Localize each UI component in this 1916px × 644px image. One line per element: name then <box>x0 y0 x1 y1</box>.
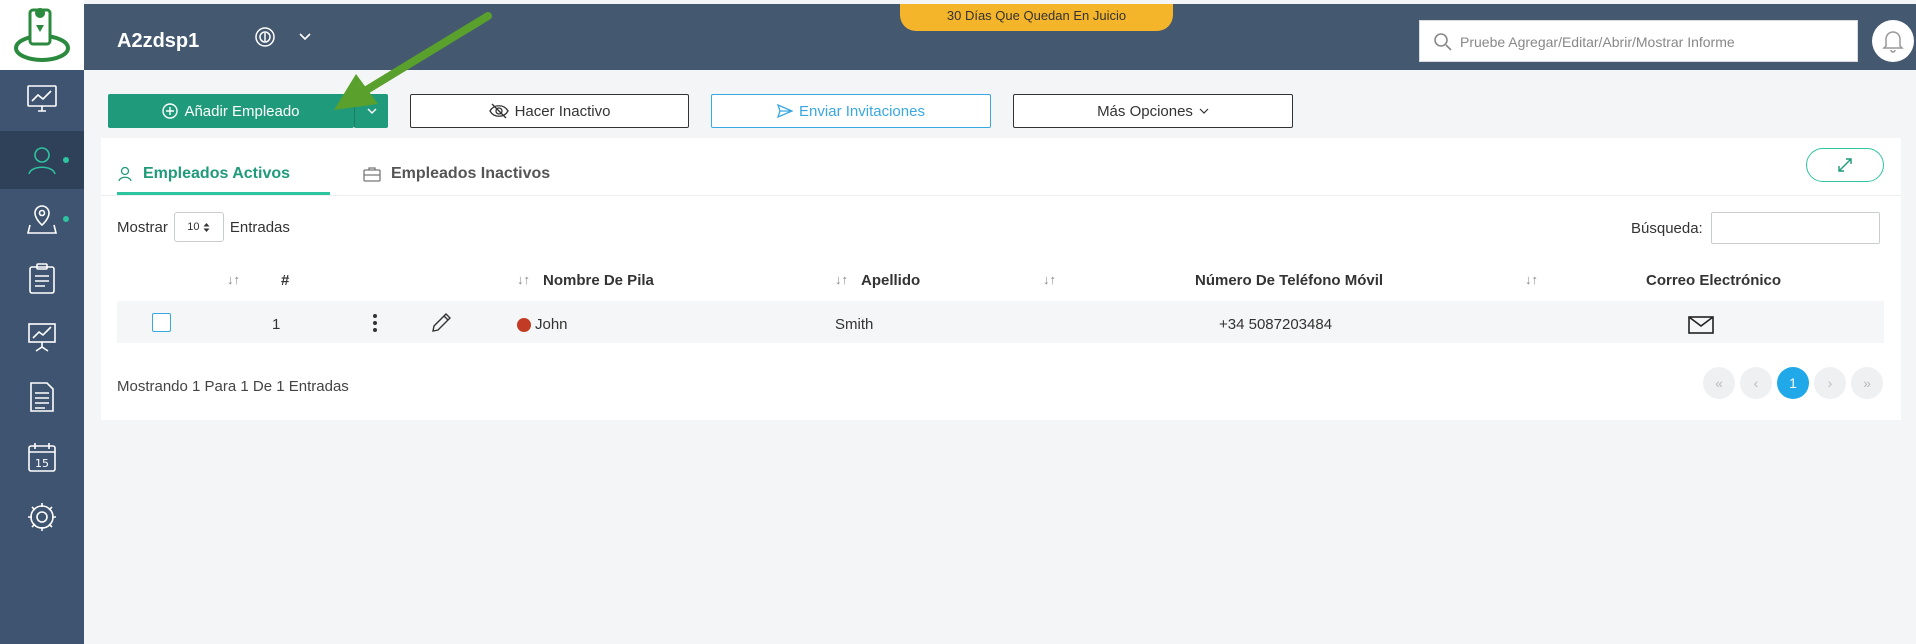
status-dot <box>517 318 531 333</box>
expand-button[interactable] <box>1806 148 1884 182</box>
edit-pencil-icon[interactable] <box>430 312 452 339</box>
more-options-button[interactable]: Más Opciones <box>1013 94 1293 128</box>
notifications-button[interactable] <box>1872 20 1914 62</box>
chevron-down-icon <box>1199 108 1209 114</box>
sort-icon[interactable]: ↓↑ <box>835 272 848 287</box>
row-number: 1 <box>272 316 281 333</box>
sidebar: 15 <box>0 0 84 644</box>
clipboard-icon <box>29 263 55 294</box>
sort-icon[interactable]: ↓↑ <box>1043 272 1056 287</box>
column-header-number[interactable]: # <box>281 272 289 289</box>
tab-active-label: Empleados Activos <box>143 165 291 182</box>
map-pin-icon <box>26 205 58 234</box>
row-last-name: Smith <box>835 316 874 333</box>
gear-icon <box>28 503 56 531</box>
sidebar-item-dashboard[interactable] <box>0 70 84 128</box>
sidebar-item-employees[interactable] <box>0 131 84 189</box>
column-header-phone[interactable]: Número De Teléfono Móvil <box>1195 272 1383 289</box>
employees-card: Empleados Activos Empleados Inactivos Mo… <box>101 138 1901 420</box>
plus-circle-icon <box>162 103 179 119</box>
first-name-text: John <box>535 316 568 333</box>
next-page-button[interactable]: › <box>1814 367 1846 399</box>
active-dot <box>63 157 69 163</box>
sort-icon[interactable]: ↓↑ <box>227 272 240 287</box>
row-phone: +34 5087203484 <box>1219 316 1333 333</box>
calendar-icon: 15 <box>28 443 56 472</box>
user-icon <box>118 166 132 182</box>
annotation-arrow-icon <box>334 12 492 110</box>
svg-text:15: 15 <box>35 457 49 470</box>
more-options-label: Más Opciones <box>1097 102 1193 120</box>
entries-label: Entradas <box>229 218 290 236</box>
table-search-label: Búsqueda: <box>1631 219 1703 237</box>
bell-icon <box>1882 31 1904 53</box>
search-placeholder: Pruebe Agregar/Editar/Abrir/Mostrar Info… <box>1460 34 1735 50</box>
add-employee-button[interactable]: Añadir Empleado <box>108 94 354 128</box>
tab-divider <box>101 195 1901 196</box>
sidebar-item-calendar[interactable]: 15 <box>0 428 84 486</box>
column-header-email[interactable]: Correo Electrónico <box>1646 272 1781 289</box>
add-employee-label: Añadir Empleado <box>184 102 300 120</box>
make-inactive-label: Hacer Inactivo <box>514 102 611 120</box>
table-row <box>117 301 1884 343</box>
company-name[interactable]: A2zdsp1 <box>117 30 199 53</box>
sidebar-item-tasks[interactable] <box>0 250 84 308</box>
sidebar-item-settings[interactable] <box>0 488 84 546</box>
table-search: Búsqueda: <box>1631 212 1880 244</box>
entries-per-page-select[interactable]: 10 <box>173 212 224 242</box>
user-icon <box>28 147 56 175</box>
briefcase-icon <box>363 167 381 182</box>
presentation-chart-icon <box>28 323 56 352</box>
send-invitations-label: Enviar Invitaciones <box>799 102 925 120</box>
entries-per-page-value: 10 <box>187 221 200 233</box>
sort-icon[interactable]: ↓↑ <box>517 272 530 287</box>
page-button-current[interactable]: 1 <box>1777 367 1809 399</box>
first-page-button[interactable]: « <box>1703 367 1735 399</box>
show-label: Mostrar <box>117 218 168 236</box>
send-invitations-button[interactable]: Enviar Invitaciones <box>711 94 991 128</box>
sort-arrows-icon <box>203 222 210 232</box>
tab-inactive-label: Empleados Inactivos <box>391 165 551 182</box>
pagination-info: Mostrando 1 Para 1 De 1 Entradas <box>117 378 349 395</box>
notification-dot <box>63 216 69 222</box>
search-icon <box>1434 33 1452 51</box>
row-first-name: John <box>517 316 568 333</box>
mail-icon[interactable] <box>1688 316 1714 339</box>
send-icon <box>777 103 794 119</box>
row-checkbox[interactable] <box>152 313 171 332</box>
entries-control: Mostrar 10 Entradas <box>117 212 290 242</box>
currency-icon[interactable] <box>254 26 276 53</box>
tab-active-employees[interactable]: Empleados Activos <box>117 152 290 196</box>
sidebar-item-reports[interactable] <box>0 308 84 366</box>
column-header-first-name[interactable]: Nombre De Pila <box>543 272 654 289</box>
trial-banner: 30 Días Que Quedan En Juicio <box>900 4 1173 31</box>
sidebar-item-locations[interactable] <box>0 190 84 248</box>
logo-icon <box>14 8 70 62</box>
chevron-down-icon[interactable] <box>298 30 312 48</box>
table-search-input[interactable] <box>1710 212 1880 244</box>
prev-page-button[interactable]: ‹ <box>1740 367 1772 399</box>
monitor-chart-icon <box>27 85 57 112</box>
column-header-last-name[interactable]: Apellido <box>861 272 920 289</box>
expand-icon <box>1838 158 1852 172</box>
document-icon <box>30 382 54 412</box>
sidebar-item-documents[interactable] <box>0 368 84 426</box>
global-search-input[interactable]: Pruebe Agregar/Editar/Abrir/Mostrar Info… <box>1419 20 1858 62</box>
sort-icon[interactable]: ↓↑ <box>1525 272 1538 287</box>
last-page-button[interactable]: » <box>1851 367 1883 399</box>
tab-inactive-employees[interactable]: Empleados Inactivos <box>363 152 550 196</box>
row-menu-icon[interactable] <box>372 313 378 338</box>
app-logo[interactable] <box>0 0 84 70</box>
